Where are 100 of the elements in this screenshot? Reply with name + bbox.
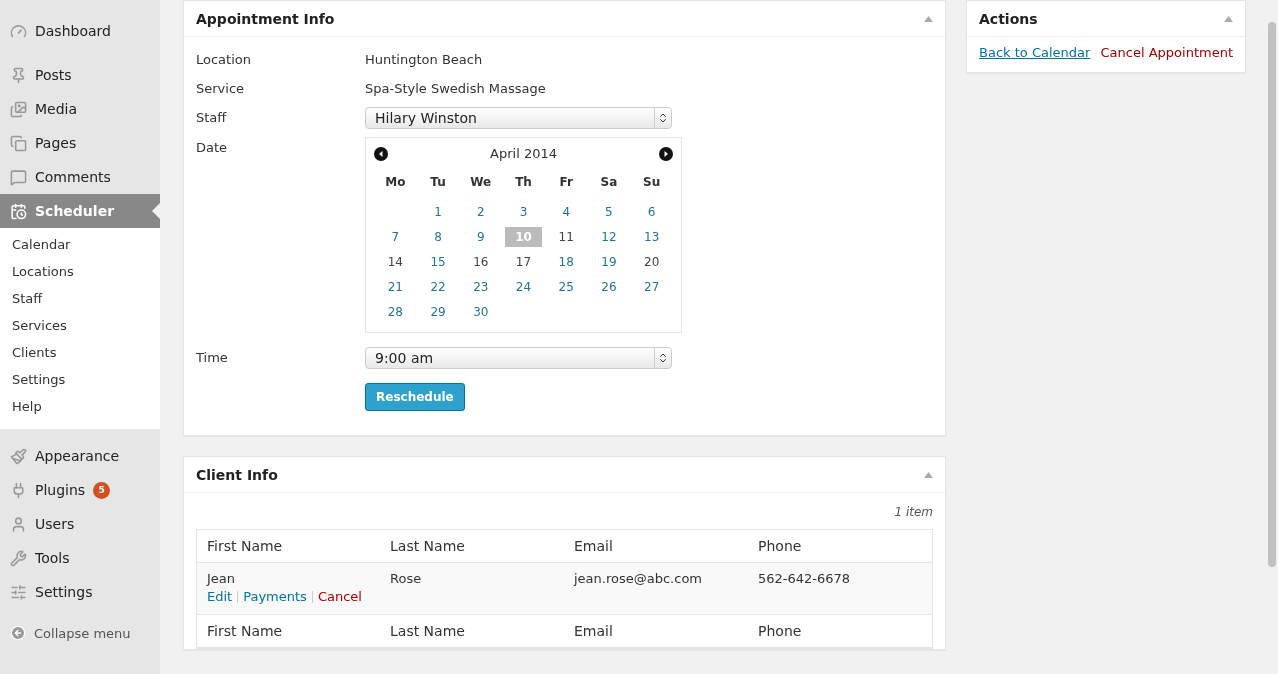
calendar-day[interactable]: 5 xyxy=(590,202,628,222)
submenu-item[interactable]: Locations xyxy=(0,259,160,286)
menu-icon xyxy=(10,168,27,186)
reschedule-button[interactable]: Reschedule xyxy=(365,383,465,411)
menu-icon xyxy=(10,583,27,601)
submenu-item[interactable]: Clients xyxy=(0,340,160,367)
collapse-toggle-icon[interactable] xyxy=(924,471,933,478)
calendar-day[interactable]: 15 xyxy=(419,252,457,272)
calendar-day[interactable]: 26 xyxy=(590,277,628,297)
column-header: Email xyxy=(574,538,614,554)
month-title: April 2014 xyxy=(490,146,557,161)
sidebar-item[interactable]: Media xyxy=(0,92,160,126)
staff-select[interactable]: Hilary Winston xyxy=(365,107,672,129)
time-select[interactable]: 9:00 am xyxy=(365,347,672,369)
table-cell-text: 562-642-6678 xyxy=(758,571,852,586)
panel-title: Actions xyxy=(979,10,1038,27)
menu-icon xyxy=(10,202,27,220)
row-action-link[interactable]: Edit xyxy=(207,589,233,604)
calendar-day[interactable]: 7 xyxy=(377,227,414,247)
submenu-item[interactable]: Calendar xyxy=(0,232,160,259)
field-label: Time xyxy=(196,349,229,367)
calendar-day[interactable]: 9 xyxy=(462,227,500,247)
calendar-day[interactable]: 21 xyxy=(377,277,414,297)
calendar-day[interactable]: 30 xyxy=(462,302,500,322)
calendar-day[interactable]: 19 xyxy=(590,252,628,272)
calendar-day[interactable]: 3 xyxy=(505,202,542,222)
weekday-label: Th xyxy=(514,174,533,191)
field-value: Spa-Style Swedish Massage xyxy=(365,80,547,98)
column-footer: First Name xyxy=(207,623,390,639)
select-arrows-icon xyxy=(657,352,669,364)
menu-icon xyxy=(10,481,27,499)
calendar-day[interactable]: 6 xyxy=(633,202,670,222)
calendar-day[interactable]: 25 xyxy=(547,277,585,297)
calendar-day: 16 xyxy=(462,252,500,272)
weekday-label: Tu xyxy=(429,174,447,191)
sidebar-item[interactable]: Comments xyxy=(0,160,160,194)
calendar-day[interactable]: 2 xyxy=(462,202,500,222)
panel-title: Client Info xyxy=(196,466,278,483)
calendar-day[interactable]: 8 xyxy=(419,227,457,247)
action-link[interactable]: Cancel Appointment xyxy=(1100,45,1233,60)
previous-month-icon[interactable] xyxy=(374,146,388,161)
menu-icon xyxy=(10,549,27,567)
sidebar-item[interactable]: Users xyxy=(0,507,160,541)
calendar-day[interactable]: 13 xyxy=(633,227,670,247)
field-value: Huntington Beach xyxy=(365,51,484,69)
menu-icon xyxy=(10,22,27,40)
column-footer: Email xyxy=(574,623,758,639)
calendar-day: 20 xyxy=(633,252,670,272)
menu-icon xyxy=(10,66,27,84)
action-link[interactable]: Back to Calendar xyxy=(979,45,1091,60)
next-month-icon[interactable] xyxy=(659,146,673,161)
row-action-link[interactable]: Payments xyxy=(243,589,307,604)
weekday-label: Sa xyxy=(599,174,619,191)
collapse-icon xyxy=(10,625,26,641)
scrollbar-thumb[interactable] xyxy=(1268,22,1276,567)
submenu-item[interactable]: Staff xyxy=(0,286,160,313)
collapse-menu-button[interactable]: Collapse menu xyxy=(0,615,160,651)
calendar-day[interactable]: 22 xyxy=(419,277,457,297)
sidebar-item[interactable]: Scheduler xyxy=(0,194,160,228)
weekday-label: Fr xyxy=(558,174,574,191)
calendar-day[interactable]: 24 xyxy=(505,277,542,297)
sidebar-item[interactable]: Pages xyxy=(0,126,160,160)
collapse-toggle-icon[interactable] xyxy=(1224,15,1233,22)
field-label: Location xyxy=(196,51,252,69)
sidebar-item[interactable]: Plugins 5 xyxy=(0,473,160,507)
column-footer: Last Name xyxy=(390,623,574,639)
sidebar-item[interactable]: Appearance xyxy=(0,439,160,473)
sidebar-item[interactable]: Settings xyxy=(0,575,160,609)
column-footer: Phone xyxy=(758,623,922,639)
submenu-item[interactable]: Services xyxy=(0,313,160,340)
table-cell-text: jean.rose@abc.com xyxy=(574,571,703,586)
submenu-item[interactable]: Settings xyxy=(0,367,160,394)
table-cell-text: Jean xyxy=(207,571,237,586)
calendar-day[interactable]: 12 xyxy=(590,227,628,247)
calendar-day: 14 xyxy=(377,252,414,272)
calendar-day[interactable]: 18 xyxy=(547,252,585,272)
column-header: Phone xyxy=(758,538,803,554)
calendar-day: 11 xyxy=(547,227,585,247)
submenu-item[interactable]: Help xyxy=(0,394,160,421)
calendar-day[interactable]: 1 xyxy=(419,202,457,222)
sidebar-item[interactable]: Dashboard xyxy=(0,14,160,48)
menu-icon xyxy=(10,134,27,152)
weekday-label: Su xyxy=(642,174,662,191)
panel-title: Appointment Info xyxy=(196,10,335,27)
field-label: Staff xyxy=(196,109,228,127)
menu-icon xyxy=(10,447,27,465)
update-count-badge: 5 xyxy=(93,481,111,499)
collapse-toggle-icon[interactable] xyxy=(924,15,933,22)
sidebar-item[interactable]: Posts xyxy=(0,58,160,92)
calendar-day[interactable]: 4 xyxy=(547,202,585,222)
calendar-day[interactable]: 28 xyxy=(377,302,414,322)
column-header: First Name xyxy=(207,538,284,554)
row-action-link[interactable]: Cancel xyxy=(317,589,362,604)
sidebar-item[interactable]: Tools xyxy=(0,541,160,575)
calendar-day[interactable]: 29 xyxy=(419,302,457,322)
calendar-day: 17 xyxy=(505,252,542,272)
menu-icon xyxy=(10,515,27,533)
field-label: Date xyxy=(196,139,229,157)
calendar-day[interactable]: 23 xyxy=(462,277,500,297)
calendar-day[interactable]: 27 xyxy=(633,277,670,297)
